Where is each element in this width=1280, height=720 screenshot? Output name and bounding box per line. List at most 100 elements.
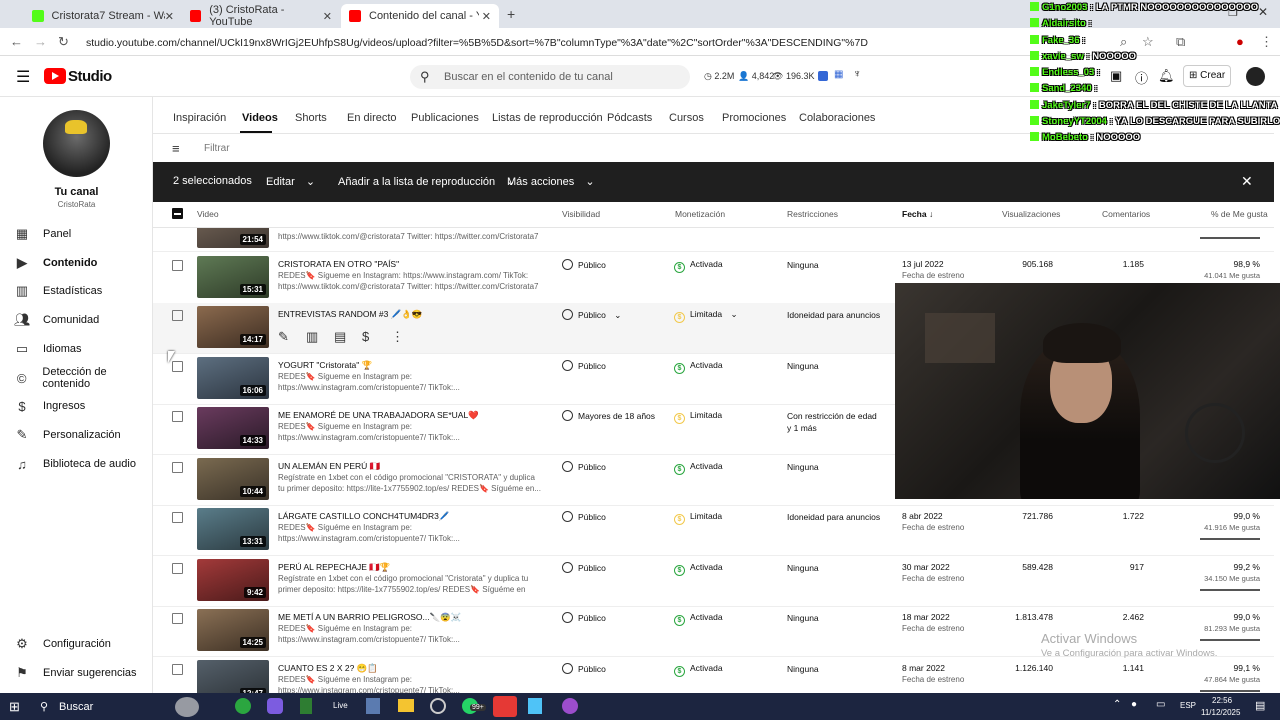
sidebar-item-community[interactable]: 👥︎ Comunidad (0, 307, 153, 333)
browser-tab[interactable]: (3) CristoRata - YouTube ✕ (182, 4, 340, 28)
comments-count[interactable]: 917 (1130, 562, 1144, 572)
select-all-checkbox[interactable] (172, 208, 183, 219)
visibility-cell[interactable]: Público ⌄ (562, 309, 621, 321)
tab-podcasts[interactable]: Pódcasts (607, 112, 652, 124)
studio-logo-text[interactable]: Studio (68, 68, 112, 85)
browser-tab-active[interactable]: Contenido del canal - YouTube ✕ (341, 4, 499, 28)
video-title[interactable]: ME METÍ A UN BARRIO PELIGROSO...🔪😨☠️ (278, 612, 461, 623)
taskbar-app-icon[interactable] (493, 696, 517, 717)
taskbar-app-icon[interactable] (267, 698, 283, 714)
comments-count[interactable]: 1.141 (1123, 663, 1144, 673)
browser-tab[interactable]: Cristorata7 Stream - Watch Live ✕ (24, 4, 182, 28)
sidebar-item-settings[interactable]: ⚙ Configuración (0, 631, 153, 657)
youtube-logo-icon[interactable] (44, 68, 66, 84)
header-views[interactable]: Visualizaciones (1002, 209, 1060, 219)
network-icon[interactable]: ▭ (1156, 699, 1165, 710)
back-icon[interactable]: ← (10, 34, 23, 49)
tab-live[interactable]: En directo (347, 112, 397, 124)
sidebar-item-content[interactable]: ▶ Contenido (0, 250, 153, 276)
sidebar-item-audio-library[interactable]: ♫ Biblioteca de audio (0, 451, 153, 477)
row-checkbox[interactable] (172, 310, 183, 321)
table-row-partial[interactable]: 21:54 https://www.tiktok.com/@cristorata… (153, 228, 1274, 252)
header-date[interactable]: Fecha ↓ (902, 209, 933, 219)
video-thumbnail[interactable]: 16:06 (197, 357, 269, 399)
row-checkbox[interactable] (172, 411, 183, 422)
tray-chevron-icon[interactable]: ⌃ (1113, 699, 1121, 710)
chrome-icon[interactable] (235, 698, 251, 714)
tab-promotions[interactable]: Promociones (722, 112, 786, 124)
taskbar-app-icon[interactable] (300, 698, 312, 714)
table-row[interactable]: 9:42 PERÚ AL REPECHAJE 🇵🇪🏆 Regístrate en… (153, 556, 1274, 607)
url-field[interactable]: studio.youtube.com/channel/UCkI19nx8WrIG… (86, 34, 1016, 52)
table-row[interactable]: 13:31 LÁRGATE CASTILLO CONCH4TUM4DR3🖊️ R… (153, 505, 1274, 556)
taskbar-app-icon[interactable] (528, 698, 542, 714)
new-tab-icon[interactable]: + (507, 6, 515, 22)
sidebar-item-panel[interactable]: ▦ Panel (0, 221, 153, 247)
taskbar-app-icon[interactable] (562, 698, 578, 714)
forward-icon[interactable]: → (34, 34, 47, 49)
header-likes[interactable]: % de Me gusta (1211, 209, 1268, 219)
video-title[interactable]: UN ALEMÁN EN PERÚ 🇵🇪 (278, 461, 380, 472)
stats-extension-icon[interactable]: ▦ (834, 69, 843, 80)
video-title[interactable]: YOGURT "Cristorata" 🏆 (278, 360, 372, 371)
chevron-down-icon[interactable]: ⌄ (731, 309, 738, 319)
close-icon[interactable]: ✕ (482, 10, 491, 23)
video-title[interactable]: ENTREVISTAS RANDOM #3 🖊️👌😎 (278, 309, 422, 320)
notifications-center-icon[interactable]: ▤ (1255, 699, 1265, 712)
row-checkbox[interactable] (172, 563, 183, 574)
add-to-playlist-dropdown[interactable]: Añadir a la lista de reproducción ⌄ (338, 175, 515, 188)
row-checkbox[interactable] (172, 462, 183, 473)
tab-collaborations[interactable]: Colaboraciones (799, 112, 875, 124)
options-icon[interactable]: ⋮ (391, 329, 404, 345)
video-thumbnail[interactable]: 21:54 (197, 228, 269, 248)
taskbar-app-icon[interactable] (366, 698, 380, 714)
sidebar-item-content-detection[interactable]: © Detección de contenido (0, 365, 153, 391)
sidebar-item-customization[interactable]: ✎ Personalización (0, 422, 153, 448)
video-thumbnail[interactable]: 10:44 (197, 458, 269, 500)
header-comments[interactable]: Comentarios (1102, 209, 1150, 219)
comments-count[interactable]: 1.722 (1123, 511, 1144, 521)
video-title[interactable]: LÁRGATE CASTILLO CONCH4TUM4DR3🖊️ (278, 511, 450, 522)
header-restrictions[interactable]: Restricciones (787, 209, 838, 219)
live-app-icon[interactable]: Live (333, 701, 348, 710)
sidebar-item-languages[interactable]: ▭ Idiomas (0, 336, 153, 362)
video-thumbnail[interactable]: 9:42 (197, 559, 269, 601)
edit-pencil-icon[interactable]: ✎ (278, 329, 289, 345)
row-checkbox[interactable] (172, 664, 183, 675)
taskbar-search-icon[interactable]: ⚲ (40, 700, 48, 713)
row-checkbox[interactable] (172, 260, 183, 271)
tab-playlists[interactable]: Listas de reproducción (492, 112, 603, 124)
comments-icon[interactable]: ▤ (334, 329, 346, 345)
language-indicator[interactable]: ESP (1180, 701, 1196, 710)
row-checkbox[interactable] (172, 512, 183, 523)
video-title[interactable]: CUANTO ES 2 X 2? 😁📋 (278, 663, 378, 674)
clock-date[interactable]: 11/12/2025 (1201, 708, 1240, 717)
filter-icon[interactable]: ≡ (172, 141, 180, 156)
video-title[interactable]: CRISTORATA EN OTRO "PAÍS" (278, 259, 399, 269)
tab-courses[interactable]: Cursos (669, 112, 704, 124)
more-actions-dropdown[interactable]: Más acciones ⌄ (507, 175, 595, 188)
close-icon[interactable]: ✕ (165, 10, 174, 23)
extension-icon[interactable] (818, 71, 828, 81)
monetization-icon[interactable]: $ (362, 329, 369, 344)
comments-count[interactable]: 2.462 (1123, 612, 1144, 622)
video-thumbnail[interactable]: 13:31 (197, 508, 269, 550)
taskbar-app-icon[interactable] (175, 697, 199, 717)
video-title[interactable]: ME ENAMORÉ DE UNA TRABAJADORA SE*UAL❤️ (278, 410, 479, 421)
monetization-cell[interactable]: $ Limitada ⌄ (674, 309, 738, 323)
search-input[interactable]: ⚲ Buscar en el contenido de tu canal (410, 65, 690, 89)
video-thumbnail[interactable]: 14:17 (197, 306, 269, 348)
tab-videos[interactable]: Videos (242, 112, 278, 124)
file-explorer-icon[interactable] (398, 699, 414, 712)
taskbar-search-label[interactable]: Buscar (59, 701, 93, 713)
close-icon[interactable]: ✕ (1241, 173, 1253, 190)
video-thumbnail[interactable]: 14:25 (197, 609, 269, 651)
tab-inspiration[interactable]: Inspiración (173, 112, 226, 124)
tab-posts[interactable]: Publicaciones (411, 112, 479, 124)
chevron-down-icon[interactable]: ⌄ (614, 310, 621, 320)
analytics-icon[interactable]: ▥ (306, 329, 318, 345)
header-visibility[interactable]: Visibilidad (562, 209, 600, 219)
video-title[interactable]: PERÚ AL REPECHAJE 🇵🇪🏆 (278, 562, 391, 573)
video-thumbnail[interactable]: 14:33 (197, 407, 269, 449)
windows-start-icon[interactable]: ⊞ (9, 699, 20, 715)
